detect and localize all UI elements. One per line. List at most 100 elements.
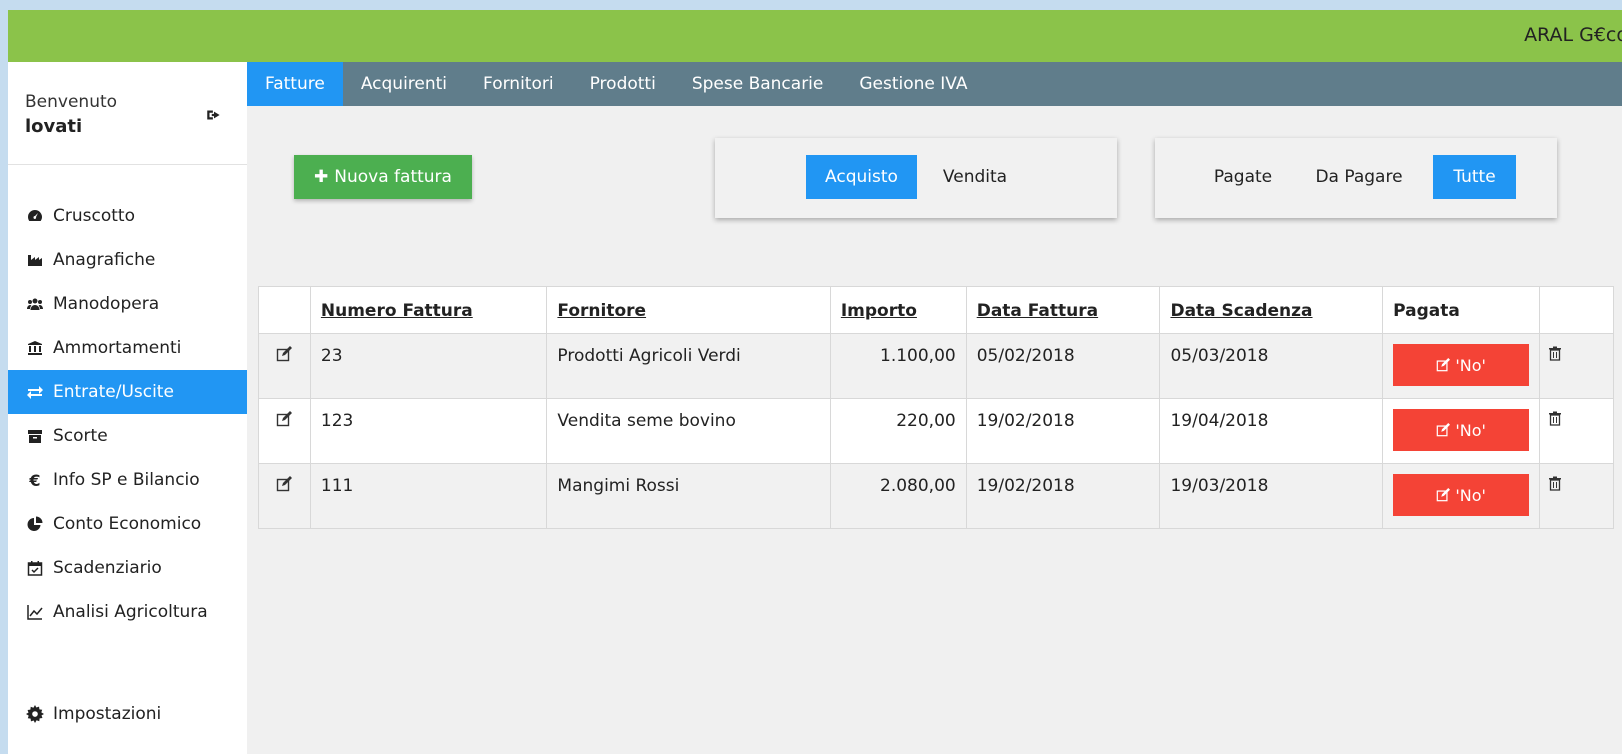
new-invoice-button[interactable]: ✚ Nuova fattura [294, 155, 472, 199]
industry-icon [26, 251, 44, 269]
mark-paid-button[interactable]: 'No' [1393, 474, 1530, 516]
table-header-row: Numero Fattura Fornitore Importo Data Fa… [258, 286, 1614, 334]
cell-importo: 1.100,00 [829, 333, 967, 399]
cell-data-fattura: 19/02/2018 [965, 463, 1161, 529]
pie-chart-icon [26, 515, 44, 533]
sidebar-item-label: Anagrafiche [53, 250, 156, 270]
edit-icon [1437, 488, 1451, 502]
euro-icon: € [29, 470, 41, 490]
header-importo[interactable]: Importo [829, 286, 967, 334]
sidebar-item-label: Info SP e Bilancio [53, 470, 200, 490]
sidebar-item-label: Conto Economico [53, 514, 202, 534]
plus-icon: ✚ [314, 167, 329, 187]
sidebar-item-scorte[interactable]: Scorte [8, 414, 247, 458]
archive-icon [26, 427, 44, 445]
sidebar-item-impostazioni[interactable]: Impostazioni [8, 694, 247, 734]
paid-status: 'No' [1455, 355, 1486, 375]
cell-importo: 220,00 [829, 398, 967, 464]
sidebar-item-label: Ammortamenti [53, 338, 182, 358]
filter-tutte[interactable]: Tutte [1433, 155, 1516, 199]
cell-pagata: 'No' [1382, 398, 1541, 464]
cell-data-scadenza: 05/03/2018 [1159, 333, 1384, 399]
sidebar-item-conto-economico[interactable]: Conto Economico [8, 502, 247, 546]
filter-da-pagare[interactable]: Da Pagare [1305, 155, 1413, 199]
sidebar-item-entrate-uscite[interactable]: Entrate/Uscite [8, 370, 247, 414]
table-row: 123 Vendita seme bovino 220,00 19/02/201… [258, 398, 1614, 464]
sidebar-item-anagrafiche[interactable]: Anagrafiche [8, 238, 247, 282]
bank-icon [26, 339, 44, 357]
header-fornitore[interactable]: Fornitore [546, 286, 831, 334]
sidebar-item-label: Scadenziario [53, 558, 162, 578]
header-pagata: Pagata [1382, 286, 1541, 334]
cell-data-fattura: 05/02/2018 [965, 333, 1161, 399]
new-invoice-label: Nuova fattura [334, 167, 452, 187]
table-row: 23 Prodotti Agricoli Verdi 1.100,00 05/0… [258, 333, 1614, 399]
cell-data-fattura: 19/02/2018 [965, 398, 1161, 464]
app-frame: ARAL G€co Benvenuto lovati Cruscotto Ana… [8, 10, 1622, 754]
filter-acquisto[interactable]: Acquisto [806, 155, 917, 199]
dashboard-icon [26, 207, 44, 225]
header-delete [1539, 286, 1614, 334]
header-data-scadenza[interactable]: Data Scadenza [1159, 286, 1384, 334]
paid-status: 'No' [1455, 420, 1486, 440]
sidebar-item-manodopera[interactable]: Manodopera [8, 282, 247, 326]
cell-numero: 111 [309, 463, 548, 529]
sidebar-item-label: Scorte [53, 426, 108, 446]
delete-icon[interactable] [1539, 398, 1614, 464]
sidebar-item-info-sp[interactable]: € Info SP e Bilancio [8, 458, 247, 502]
tab-prodotti[interactable]: Prodotti [572, 62, 674, 106]
cell-pagata: 'No' [1382, 463, 1541, 529]
exchange-icon [26, 383, 44, 401]
header-edit [258, 286, 311, 334]
welcome-label: Benvenuto [25, 92, 118, 112]
sidebar-item-label: Impostazioni [53, 704, 162, 724]
cell-fornitore: Prodotti Agricoli Verdi [546, 333, 831, 399]
sidebar-item-label: Manodopera [53, 294, 160, 314]
payment-filter-card: Pagate Da Pagare Tutte [1155, 138, 1557, 218]
tab-bar: Fatture Acquirenti Fornitori Prodotti Sp… [247, 62, 1622, 106]
filter-vendita[interactable]: Vendita [927, 155, 1023, 199]
delete-icon[interactable] [1539, 333, 1614, 399]
edit-icon[interactable] [258, 398, 311, 464]
mark-paid-button[interactable]: 'No' [1393, 344, 1530, 386]
paid-status: 'No' [1455, 485, 1486, 505]
cell-fornitore: Vendita seme bovino [546, 398, 831, 464]
gear-icon [26, 705, 44, 723]
line-chart-icon [26, 603, 44, 621]
edit-icon[interactable] [258, 333, 311, 399]
cell-pagata: 'No' [1382, 333, 1541, 399]
tab-fornitori[interactable]: Fornitori [465, 62, 572, 106]
edit-icon [1437, 423, 1451, 437]
edit-icon [1437, 358, 1451, 372]
sidebar-item-label: Cruscotto [53, 206, 135, 226]
cell-fornitore: Mangimi Rossi [546, 463, 831, 529]
sidebar-item-analisi-agricoltura[interactable]: Analisi Agricoltura [8, 590, 247, 634]
cell-numero: 23 [309, 333, 548, 399]
cell-data-scadenza: 19/04/2018 [1159, 398, 1384, 464]
edit-icon[interactable] [258, 463, 311, 529]
table-row: 111 Mangimi Rossi 2.080,00 19/02/2018 19… [258, 463, 1614, 529]
header-data-fattura[interactable]: Data Fattura [965, 286, 1161, 334]
invoice-table: Numero Fattura Fornitore Importo Data Fa… [258, 286, 1614, 529]
filter-pagate[interactable]: Pagate [1199, 155, 1287, 199]
type-filter-card: Acquisto Vendita [715, 138, 1117, 218]
delete-icon[interactable] [1539, 463, 1614, 529]
users-icon [26, 295, 44, 313]
mark-paid-button[interactable]: 'No' [1393, 409, 1530, 451]
username: lovati [25, 116, 83, 137]
cell-importo: 2.080,00 [829, 463, 967, 529]
app-brand: ARAL G€co [1524, 24, 1622, 46]
cell-numero: 123 [309, 398, 548, 464]
sidebar-item-ammortamenti[interactable]: Ammortamenti [8, 326, 247, 370]
tab-acquirenti[interactable]: Acquirenti [343, 62, 465, 106]
sidebar-item-label: Analisi Agricoltura [53, 602, 208, 622]
sidebar-item-label: Entrate/Uscite [53, 382, 174, 402]
header-numero-fattura[interactable]: Numero Fattura [309, 286, 548, 334]
tab-gestione-iva[interactable]: Gestione IVA [841, 62, 985, 106]
tab-fatture[interactable]: Fatture [247, 62, 343, 106]
sidebar-item-scadenziario[interactable]: Scadenziario [8, 546, 247, 590]
logout-icon[interactable] [205, 106, 223, 124]
tab-spese-bancarie[interactable]: Spese Bancarie [674, 62, 842, 106]
sidebar-item-cruscotto[interactable]: Cruscotto [8, 194, 247, 238]
top-bar: ARAL G€co [8, 10, 1622, 62]
